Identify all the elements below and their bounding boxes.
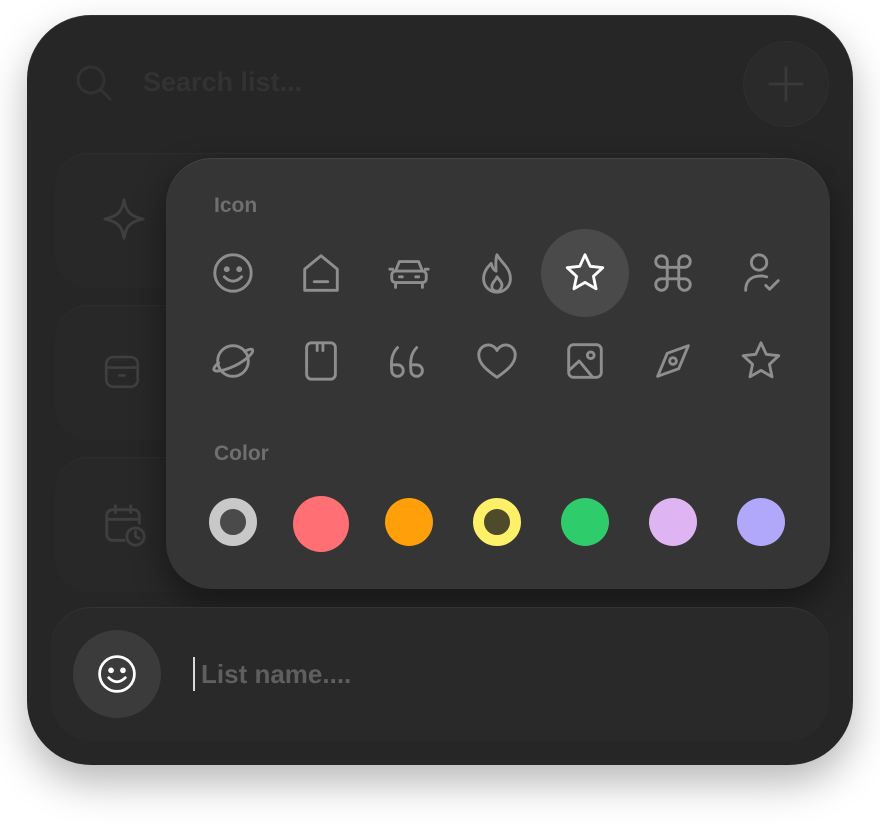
icon-color-picker: Icon Color bbox=[166, 158, 830, 589]
smile-icon bbox=[98, 655, 136, 693]
sd-card-icon[interactable] bbox=[277, 317, 365, 405]
user-check-icon[interactable] bbox=[717, 229, 805, 317]
color-swatch-gray[interactable] bbox=[209, 498, 257, 546]
icon-section-label: Icon bbox=[214, 194, 258, 217]
image-icon[interactable] bbox=[541, 317, 629, 405]
command-icon[interactable] bbox=[629, 229, 717, 317]
planet-icon[interactable] bbox=[189, 317, 277, 405]
search-input[interactable]: Search list... bbox=[143, 67, 302, 98]
home-icon[interactable] bbox=[277, 229, 365, 317]
color-swatch-red[interactable] bbox=[293, 496, 349, 552]
flame-icon[interactable] bbox=[453, 229, 541, 317]
sparkle-icon bbox=[103, 198, 145, 240]
heart-icon[interactable] bbox=[453, 317, 541, 405]
archive-icon bbox=[104, 355, 140, 389]
quote-icon[interactable] bbox=[365, 317, 453, 405]
new-list-window: Search list... Icon Color List name.... bbox=[27, 15, 853, 765]
plus-icon bbox=[768, 66, 804, 102]
icon-picker-button[interactable] bbox=[73, 630, 161, 718]
car-icon[interactable] bbox=[365, 229, 453, 317]
add-list-button[interactable] bbox=[743, 41, 829, 127]
list-name-bar bbox=[51, 607, 829, 741]
list-name-input[interactable] bbox=[193, 657, 761, 691]
star-outline-icon[interactable] bbox=[717, 317, 805, 405]
smile-icon[interactable] bbox=[189, 229, 277, 317]
star-icon[interactable] bbox=[541, 229, 629, 317]
color-swatch-lavender[interactable] bbox=[649, 498, 697, 546]
compass-icon[interactable] bbox=[629, 317, 717, 405]
color-swatch-green[interactable] bbox=[561, 498, 609, 546]
color-swatch-orange[interactable] bbox=[385, 498, 433, 546]
color-swatch-yellow[interactable] bbox=[473, 498, 521, 546]
color-swatch-periwinkle[interactable] bbox=[737, 498, 785, 546]
calendar-clock-icon bbox=[105, 504, 146, 547]
search-icon[interactable] bbox=[73, 62, 113, 102]
color-section-label: Color bbox=[214, 442, 269, 465]
